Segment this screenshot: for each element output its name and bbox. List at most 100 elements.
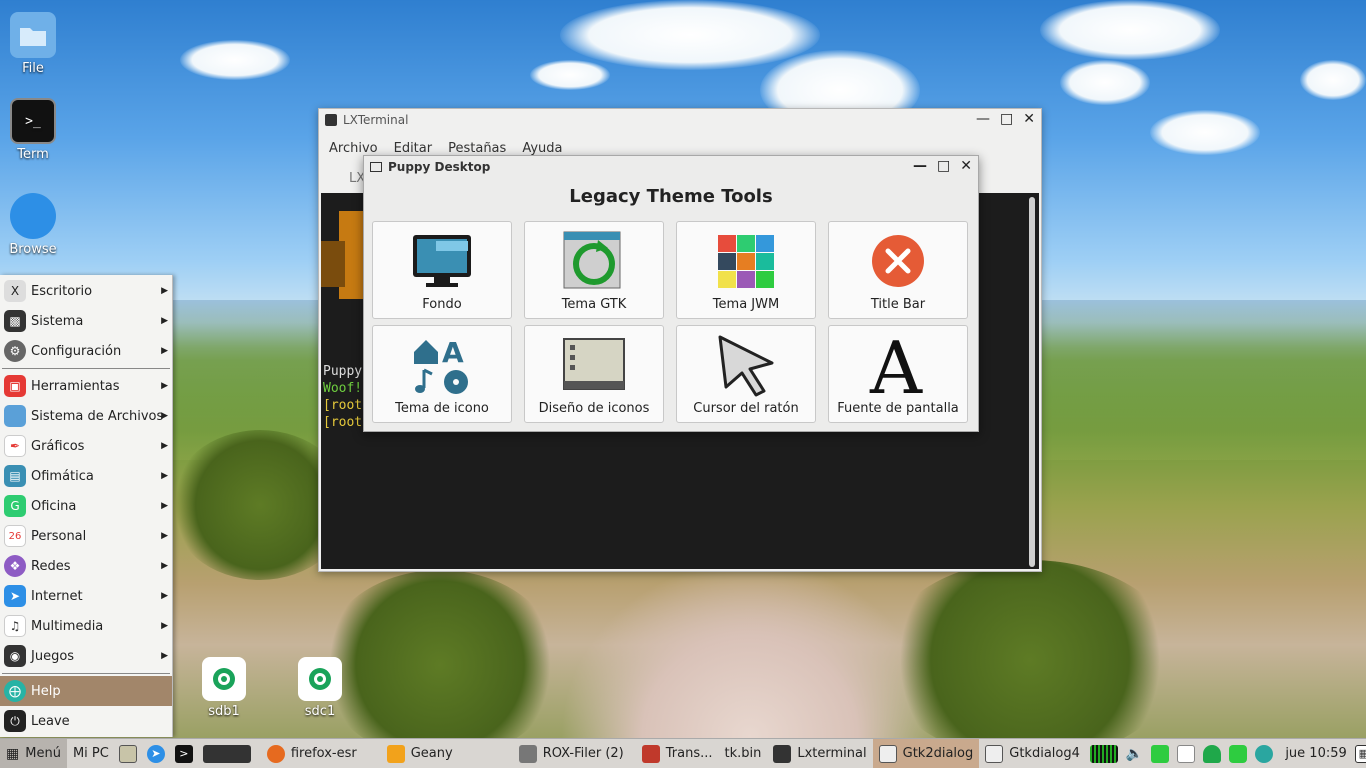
- window-titlebar[interactable]: LXTerminal — □ ✕: [319, 109, 1041, 131]
- menu-item-label: Juegos: [31, 648, 75, 664]
- desktop-icon-label: Term: [17, 147, 49, 162]
- task-firefox[interactable]: firefox-esr: [255, 739, 363, 768]
- minimize-icon[interactable]: —: [913, 158, 927, 174]
- terminal-icon: >_: [10, 98, 56, 144]
- terminal-line: [root: [323, 398, 363, 413]
- tema-jwm-button[interactable]: Tema JWM: [676, 221, 816, 319]
- gamepad-icon: ◉: [4, 645, 26, 667]
- power-icon: ⏻: [4, 710, 26, 732]
- tile-label: Cursor del ratón: [693, 401, 799, 416]
- menu-item-herramientas[interactable]: ▣ Herramientas ▶: [0, 371, 172, 401]
- chevron-right-icon: ▶: [161, 621, 168, 631]
- clock[interactable]: jue 10:59: [1277, 739, 1354, 768]
- mipc-button[interactable]: Mi PC: [67, 739, 115, 768]
- tile-label: Diseño de iconos: [538, 401, 650, 416]
- document-icon: ▤: [4, 465, 26, 487]
- menu-item-personal[interactable]: 26 Personal ▶: [0, 521, 172, 551]
- menu-editar[interactable]: Editar: [394, 141, 433, 156]
- file-manager-icon[interactable]: [118, 744, 137, 763]
- menu-item-redes[interactable]: ❖ Redes ▶: [0, 551, 172, 581]
- legacy-theme-tools-window: Puppy Desktop — □ ✕ Legacy Theme Tools F…: [363, 155, 979, 432]
- task-tkbin[interactable]: tk.bin: [719, 739, 768, 768]
- transmission-icon: [641, 744, 660, 763]
- menu-ayuda[interactable]: Ayuda: [522, 141, 562, 156]
- menu-item-graficos[interactable]: ✒ Gráficos ▶: [0, 431, 172, 461]
- maximize-icon[interactable]: □: [1000, 111, 1013, 127]
- cpu-monitor-icon[interactable]: [1089, 744, 1118, 763]
- scrollbar[interactable]: [1029, 197, 1035, 567]
- window-icon: [878, 744, 897, 763]
- desktop-icon-label: File: [22, 61, 44, 76]
- menu-archivo[interactable]: Archivo: [329, 141, 378, 156]
- menu-pestanas[interactable]: Pestañas: [448, 141, 506, 156]
- menu-item-oficina[interactable]: G Oficina ▶: [0, 491, 172, 521]
- menu-item-configuracion[interactable]: ⚙ Configuración ▶: [0, 336, 172, 366]
- desktop-icon-label: Browse: [9, 242, 57, 257]
- menu-item-sistema[interactable]: ▩ Sistema ▶: [0, 306, 172, 336]
- chevron-right-icon: ▶: [161, 346, 168, 356]
- compass-icon: ➤: [4, 585, 26, 607]
- compass-icon: [10, 193, 56, 239]
- cursor-del-raton-button[interactable]: Cursor del ratón: [676, 325, 816, 423]
- window-titlebar[interactable]: Puppy Desktop — □ ✕: [364, 156, 978, 178]
- menu-item-multimedia[interactable]: ♫ Multimedia ▶: [0, 611, 172, 641]
- menu-item-help[interactable]: ⨁ Help: [0, 676, 172, 706]
- task-lxterminal[interactable]: Lxterminal: [767, 739, 872, 768]
- close-icon[interactable]: ✕: [1023, 111, 1035, 127]
- compass-icon[interactable]: ➤: [146, 744, 165, 763]
- terminal-line: Puppy: [323, 364, 363, 379]
- fondo-button[interactable]: Fondo: [372, 221, 512, 319]
- tema-de-icono-button[interactable]: A Tema de icono: [372, 325, 512, 423]
- task-rox-filer[interactable]: ROX-Filer (2): [459, 739, 630, 768]
- tile-label: Tema de icono: [395, 401, 489, 416]
- chevron-right-icon: ▶: [161, 316, 168, 326]
- menu-item-escritorio[interactable]: X Escritorio ▶: [0, 276, 172, 306]
- volume-icon[interactable]: 🔈: [1126, 746, 1143, 762]
- menu-item-label: Configuración: [31, 343, 122, 359]
- fuente-de-pantalla-button[interactable]: A Fuente de pantalla: [828, 325, 968, 423]
- clipboard-icon[interactable]: [1177, 744, 1196, 763]
- globe-icon[interactable]: [1255, 744, 1274, 763]
- calendar-icon: 26: [4, 525, 26, 547]
- menu-item-internet[interactable]: ➤ Internet ▶: [0, 581, 172, 611]
- workspace-pager[interactable]: [202, 744, 251, 763]
- drive-status-icon[interactable]: [1229, 744, 1248, 763]
- desktop-icon-file[interactable]: File: [1, 12, 65, 76]
- task-gtkdialog4[interactable]: Gtkdialog4: [979, 739, 1086, 768]
- close-icon[interactable]: ✕: [960, 158, 972, 174]
- chevron-right-icon: ▶: [161, 651, 168, 661]
- network-icon[interactable]: [1151, 744, 1170, 763]
- icon-theme-icon: A: [410, 333, 474, 397]
- chevron-right-icon: ▶: [161, 411, 168, 421]
- menu-item-juegos[interactable]: ◉ Juegos ▶: [0, 641, 172, 671]
- clock-label: jue 10:59: [1285, 746, 1347, 761]
- svg-text:A: A: [869, 333, 923, 397]
- cloud: [530, 60, 610, 90]
- menu-item-ofimatica[interactable]: ▤ Ofimática ▶: [0, 461, 172, 491]
- minimize-icon[interactable]: —: [976, 111, 990, 127]
- task-gtk2dialog[interactable]: Gtk2dialog: [872, 738, 980, 768]
- bush: [880, 560, 1180, 760]
- desktop-icon-term[interactable]: >_ Term: [1, 98, 65, 162]
- start-menu-button[interactable]: ▦ Menú: [0, 738, 67, 768]
- task-label: Geany: [410, 746, 453, 761]
- start-menu-label: Menú: [25, 746, 61, 761]
- task-label: tk.bin: [724, 746, 762, 761]
- diseno-de-iconos-button[interactable]: Diseño de iconos: [524, 325, 664, 423]
- desktop-icon-browse[interactable]: Browse: [1, 193, 65, 257]
- desktop-icon-sdc1[interactable]: sdc1: [288, 657, 352, 719]
- terminal-icon[interactable]: >: [174, 744, 193, 763]
- task-geany[interactable]: Geany: [363, 739, 459, 768]
- menu-item-sistema-de-archivos[interactable]: Sistema de Archivos ▶: [0, 401, 172, 431]
- maximize-icon[interactable]: □: [937, 158, 950, 174]
- desktop-icon-sdb1[interactable]: sdb1: [192, 657, 256, 719]
- menu-item-leave[interactable]: ⏻ Leave: [0, 706, 172, 736]
- show-desktop-button[interactable]: ▦: [1354, 739, 1366, 768]
- title-bar-button[interactable]: Title Bar: [828, 221, 968, 319]
- cloud: [1060, 60, 1150, 105]
- tema-gtk-button[interactable]: Tema GTK: [524, 221, 664, 319]
- task-trans[interactable]: Trans...: [630, 739, 719, 768]
- shield-icon[interactable]: [1203, 744, 1222, 763]
- menu-item-label: Gráficos: [31, 438, 85, 454]
- window-icon: [370, 162, 382, 172]
